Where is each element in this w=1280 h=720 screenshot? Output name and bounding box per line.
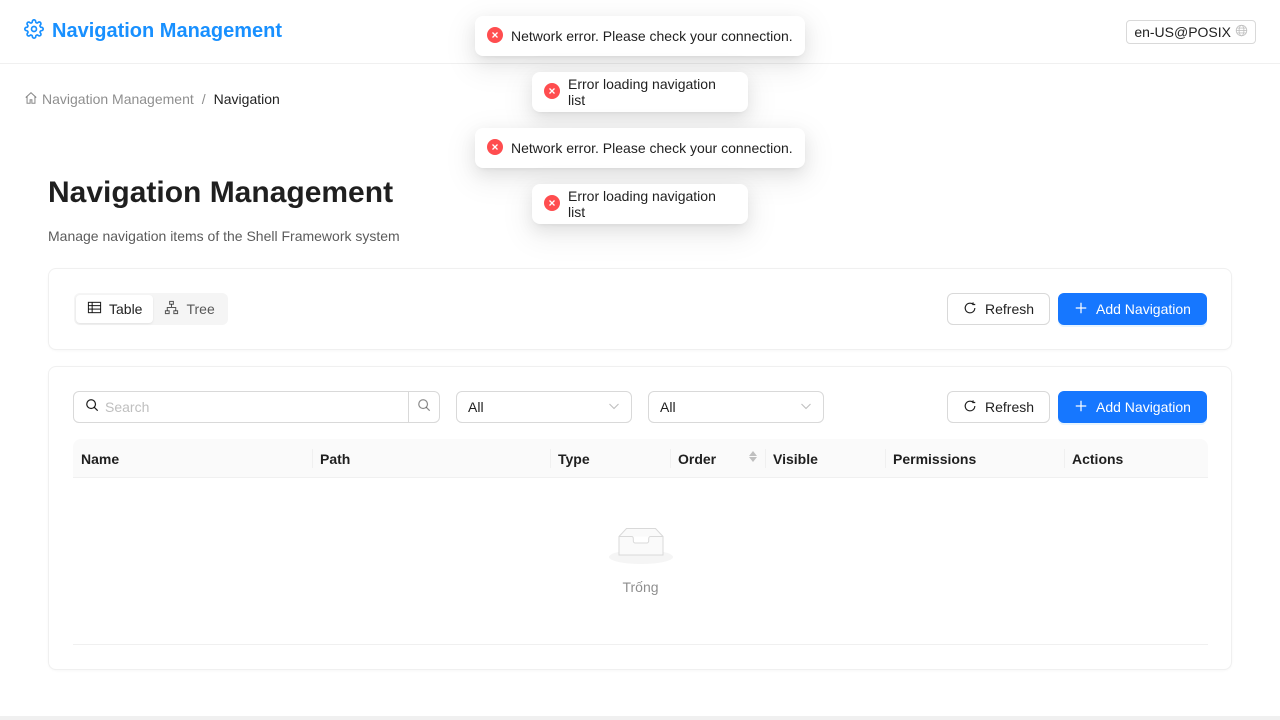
refresh-label: Refresh	[985, 399, 1035, 415]
locale-selector[interactable]: en-US@POSIX	[1126, 20, 1256, 44]
breadcrumb-separator: /	[201, 91, 206, 107]
error-toast: Network error. Please check your connect…	[475, 16, 805, 56]
search-icon	[417, 398, 431, 417]
plus-icon	[1074, 399, 1088, 416]
page-bottom-border	[0, 716, 1280, 720]
column-header-order-label: Order	[678, 450, 717, 467]
empty-inbox-icon	[608, 478, 673, 569]
breadcrumb: Navigation Management / Navigation	[24, 90, 280, 108]
reload-icon	[963, 399, 977, 416]
error-toast-text: Network error. Please check your connect…	[511, 140, 793, 156]
error-toast: Error loading navigation list	[532, 72, 748, 112]
add-navigation-button[interactable]: Add Navigation	[1058, 391, 1207, 423]
view-option-label: Table	[109, 301, 143, 317]
refresh-button[interactable]: Refresh	[947, 391, 1051, 423]
breadcrumb-home-label: Navigation Management	[42, 91, 194, 107]
add-navigation-label: Add Navigation	[1096, 399, 1191, 415]
error-icon	[487, 138, 503, 158]
type-filter-value: All	[468, 399, 484, 415]
column-header-visible[interactable]: Visible	[765, 439, 885, 478]
column-header-name[interactable]: Name	[73, 439, 312, 478]
page-subtitle: Manage navigation items of the Shell Fra…	[48, 228, 400, 244]
breadcrumb-home[interactable]: Navigation Management	[24, 91, 194, 108]
type-filter-select[interactable]: All	[456, 391, 632, 423]
brand[interactable]: Navigation Management	[24, 19, 282, 44]
chevron-down-icon	[800, 399, 812, 415]
locale-label: en-US@POSIX	[1134, 24, 1231, 40]
column-header-type[interactable]: Type	[550, 439, 670, 478]
error-toast: Error loading navigation list	[532, 184, 748, 224]
column-header-path[interactable]: Path	[312, 439, 550, 478]
tree-icon	[164, 300, 179, 318]
table-icon	[87, 300, 102, 318]
column-header-actions: Actions	[1064, 439, 1208, 478]
error-icon	[487, 26, 503, 46]
page-title: Navigation Management	[48, 176, 394, 209]
empty-text: Trống	[622, 579, 659, 595]
error-toast-text: Error loading navigation list	[568, 188, 716, 220]
chevron-down-icon	[608, 399, 620, 415]
visible-filter-value: All	[660, 399, 676, 415]
search-group: Search	[73, 391, 440, 423]
search-placeholder: Search	[105, 399, 150, 415]
home-icon	[24, 91, 38, 108]
error-icon	[544, 82, 560, 102]
add-navigation-button[interactable]: Add Navigation	[1058, 293, 1207, 325]
globe-icon	[1235, 24, 1248, 40]
app-title: Navigation Management	[52, 20, 283, 42]
sort-icon[interactable]	[749, 451, 757, 462]
error-toast-text: Error loading navigation list	[568, 76, 716, 108]
error-toast-text: Network error. Please check your connect…	[511, 28, 793, 44]
refresh-label: Refresh	[985, 301, 1035, 317]
view-option-tree[interactable]: Tree	[153, 295, 225, 323]
column-header-permissions[interactable]: Permissions	[885, 439, 1064, 478]
breadcrumb-current: Navigation	[213, 91, 280, 107]
view-toolbar-card: Table Tree Refresh Add Navigation	[48, 268, 1232, 350]
table-header: Name Path Type Order Visible Permissions…	[73, 439, 1208, 478]
reload-icon	[963, 301, 977, 318]
search-button[interactable]	[408, 392, 439, 422]
plus-icon	[1074, 301, 1088, 318]
navigation-table-card: Search All All Refresh Add Navigation Na…	[48, 366, 1232, 670]
search-icon	[85, 398, 99, 417]
error-toast: Network error. Please check your connect…	[475, 128, 805, 168]
empty-state: Trống	[73, 478, 1208, 645]
error-icon	[544, 194, 560, 214]
refresh-button[interactable]: Refresh	[947, 293, 1051, 325]
visible-filter-select[interactable]: All	[648, 391, 824, 423]
view-switch: Table Tree	[74, 293, 228, 325]
view-option-table[interactable]: Table	[76, 295, 154, 323]
search-input[interactable]: Search	[74, 392, 408, 422]
column-header-order[interactable]: Order	[670, 439, 765, 478]
add-navigation-label: Add Navigation	[1096, 301, 1191, 317]
gear-icon	[24, 19, 44, 44]
view-option-label: Tree	[186, 301, 215, 317]
